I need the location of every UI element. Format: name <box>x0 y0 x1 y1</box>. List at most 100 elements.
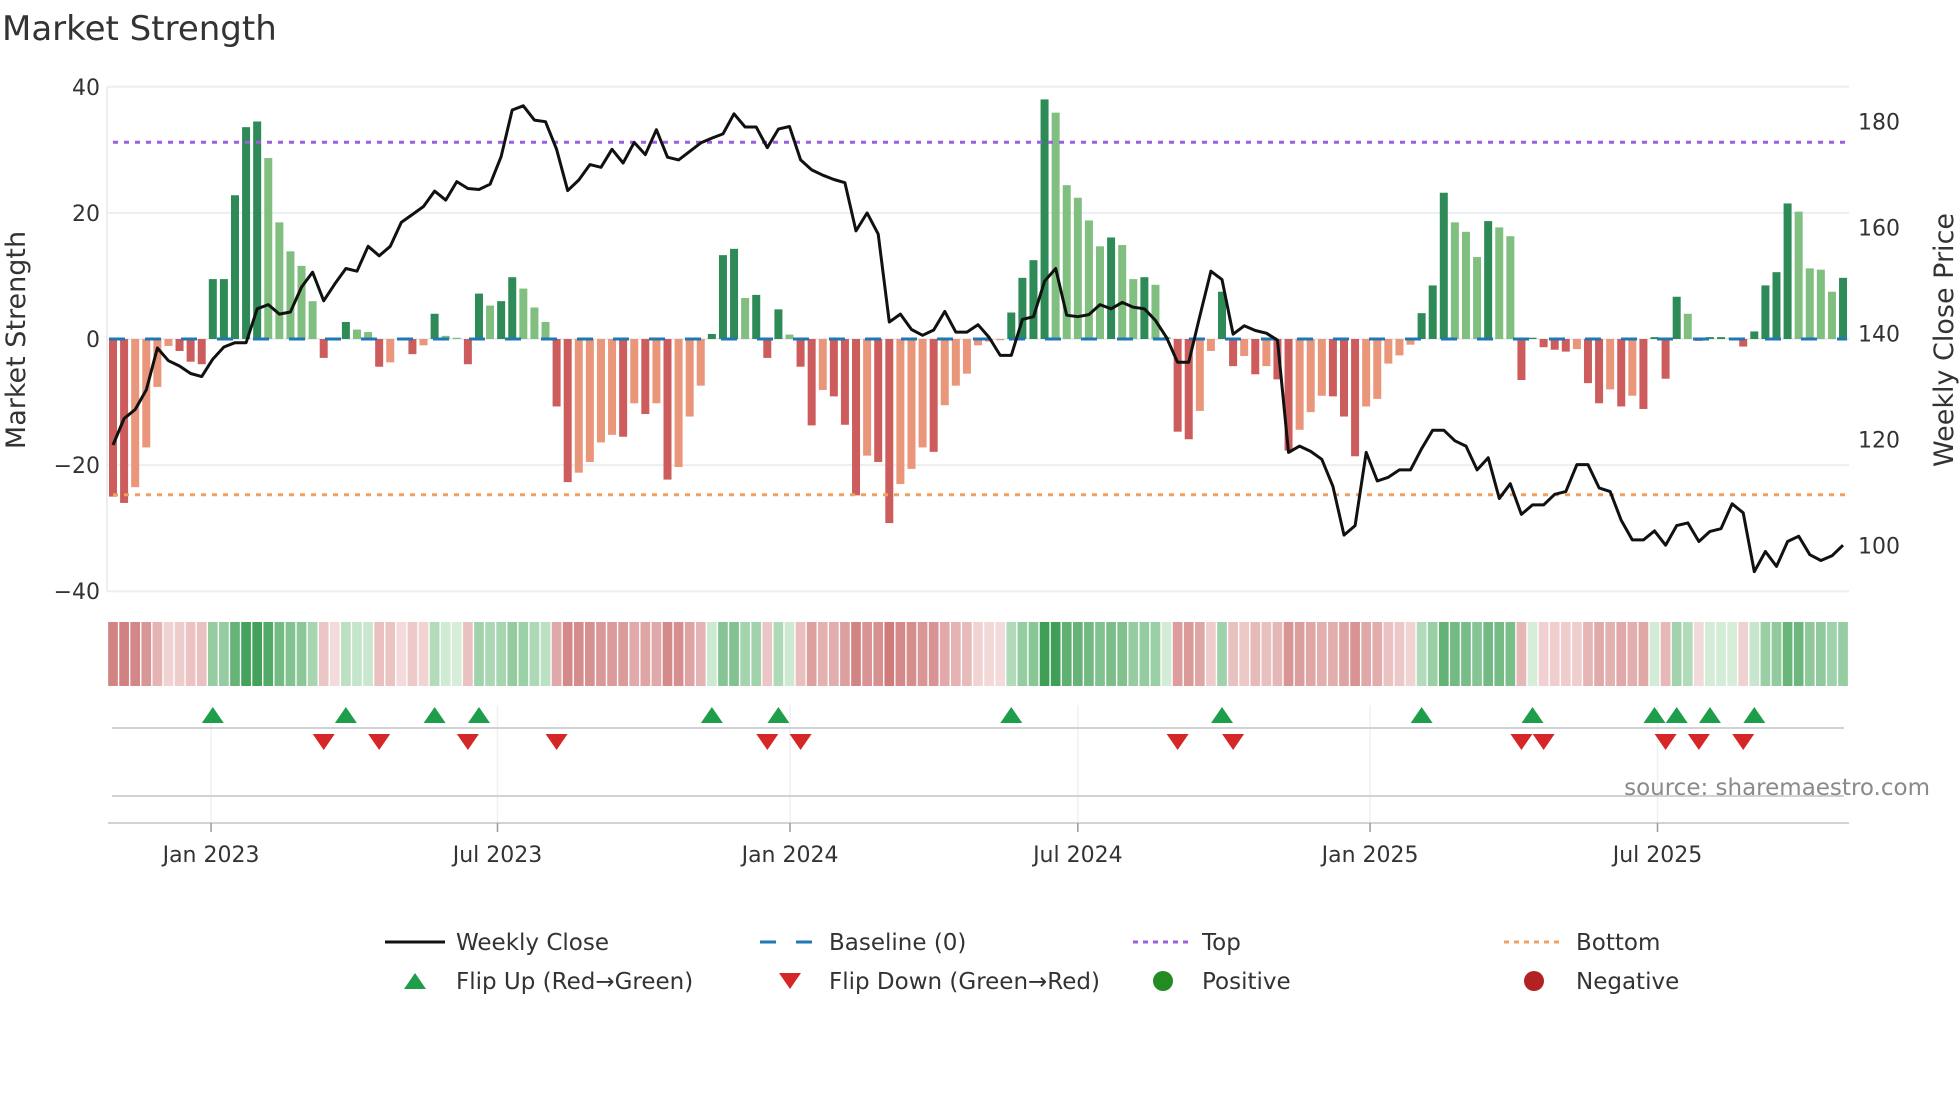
strength-bar-positive <box>230 195 239 339</box>
heat-strip-cell <box>906 622 917 686</box>
flip-up-marker <box>423 707 446 723</box>
strength-bar-negative <box>585 339 594 462</box>
strength-bar-positive <box>1051 112 1060 339</box>
heat-strip-cell <box>1505 622 1516 686</box>
strength-bar-negative <box>1306 339 1315 413</box>
strength-bar-negative <box>1561 339 1570 352</box>
heat-strip-cell <box>895 622 906 686</box>
heat-strip-cell <box>1017 622 1028 686</box>
legend-item: Flip Up (Red→Green) <box>404 969 693 995</box>
strength-bar-negative <box>996 339 1005 341</box>
legend-item: Weekly Close <box>385 930 609 956</box>
heat-strip-cell <box>241 622 251 686</box>
strength-bar-positive <box>341 321 350 339</box>
heat-strip-cell <box>1228 622 1238 686</box>
strength-bar-positive <box>1839 277 1848 339</box>
flip-up-marker <box>1410 707 1433 723</box>
heat-strip-cell <box>1549 622 1560 686</box>
heat-strip-cell <box>817 622 828 686</box>
heat-strip-cell <box>352 622 362 686</box>
strength-bar-positive <box>452 337 461 339</box>
strength-bar-positive <box>1495 227 1504 339</box>
heat-strip-cell <box>1727 622 1737 686</box>
heat-strip-cell <box>174 622 185 686</box>
heat-strip-cell <box>130 622 141 686</box>
heat-strip-cell <box>1172 622 1183 686</box>
strength-bar-negative <box>940 339 949 406</box>
y2-tick-label: 180 <box>1858 111 1900 136</box>
legend-label: Negative <box>1576 969 1679 995</box>
heat-strip-cell <box>518 622 529 686</box>
strength-bar-negative <box>1262 339 1271 367</box>
legend-item: Negative <box>1524 969 1679 995</box>
x-tick-label: Jul 2024 <box>1031 843 1123 868</box>
x-tick-label: Jan 2023 <box>161 843 260 868</box>
strength-bar-negative <box>1617 339 1626 407</box>
flip-markers-panel <box>112 705 1844 823</box>
heat-strip-cell <box>1738 622 1749 686</box>
strength-bar-positive <box>1672 296 1681 339</box>
strength-bar-positive <box>1484 221 1493 339</box>
strength-bar-positive <box>208 279 217 339</box>
heat-strip-cell <box>1760 622 1771 686</box>
heat-strip-cell <box>551 622 562 686</box>
circle-icon <box>1153 971 1173 991</box>
heat-strip-cell <box>141 622 152 686</box>
strength-bar-negative <box>175 339 184 351</box>
strength-bar-negative <box>408 339 417 355</box>
heat-strip-cell <box>540 622 551 686</box>
heat-strip-cell <box>1660 622 1671 686</box>
market-strength-chart: Market Strength 40 20 0 −20 −40 180 160 140 120… <box>1 9 1960 995</box>
heat-strip-cell <box>1028 622 1039 686</box>
strength-bar-positive <box>352 329 361 339</box>
triangle-up-icon <box>404 973 426 989</box>
heat-strip-cell <box>451 622 462 686</box>
left-axis-title: Market Strength <box>1 231 32 449</box>
strength-bar-positive <box>774 309 783 339</box>
legend-label: Baseline (0) <box>829 930 966 956</box>
heat-strip-cell <box>1838 622 1848 686</box>
legend-label: Top <box>1201 930 1241 956</box>
heat-strip-cell <box>1816 622 1826 686</box>
heat-strip-cell <box>1328 622 1338 686</box>
heat-strip-cell <box>1217 622 1227 686</box>
heat-strip-cell <box>995 622 1006 686</box>
strength-bar-negative <box>696 339 705 386</box>
strength-bar-negative <box>1572 339 1581 350</box>
strength-bar-negative <box>1240 339 1249 357</box>
heat-strip-cell <box>1583 622 1593 686</box>
heat-strip-cell <box>219 622 229 686</box>
heat-strip-cell <box>1538 622 1549 686</box>
strength-bar-positive <box>1461 231 1470 339</box>
heat-strip-cell <box>1006 622 1017 686</box>
flip-down-marker <box>1222 734 1245 750</box>
heat-strip-cell <box>1316 622 1327 686</box>
heat-strip-cell <box>1793 622 1804 686</box>
heat-strip-cell <box>1616 622 1627 686</box>
heat-strip-cell <box>1239 622 1250 686</box>
heat-strip-cell <box>1305 622 1316 686</box>
strength-bar-positive <box>541 321 550 339</box>
strength-bar-negative <box>641 339 650 415</box>
strength-bar-positive <box>430 313 439 339</box>
flip-down-marker <box>1687 734 1710 750</box>
right-axis-ticks: 180 160 140 120 100 <box>1858 111 1900 560</box>
heat-strip-cell <box>673 622 684 686</box>
heat-strip-cell <box>1594 622 1604 686</box>
heat-strip-cell <box>1516 622 1527 686</box>
strength-bars <box>109 99 1848 524</box>
heat-strip-cell <box>962 622 972 686</box>
strength-bar-positive <box>1816 269 1825 339</box>
heat-strip-cell <box>1084 622 1094 686</box>
heat-strip-cell <box>496 622 506 686</box>
legend-item: Bottom <box>1504 930 1660 956</box>
strength-bar-negative <box>1362 339 1371 407</box>
strength-bar-positive <box>1084 220 1093 339</box>
flip-down-marker <box>456 734 479 750</box>
flip-up-marker <box>700 707 723 723</box>
strength-bar-negative <box>1583 339 1592 384</box>
strength-bar-positive <box>1750 331 1759 339</box>
strength-bar-positive <box>1717 337 1726 339</box>
heat-strip-cell <box>695 622 706 686</box>
heat-strip-cell <box>163 622 174 686</box>
